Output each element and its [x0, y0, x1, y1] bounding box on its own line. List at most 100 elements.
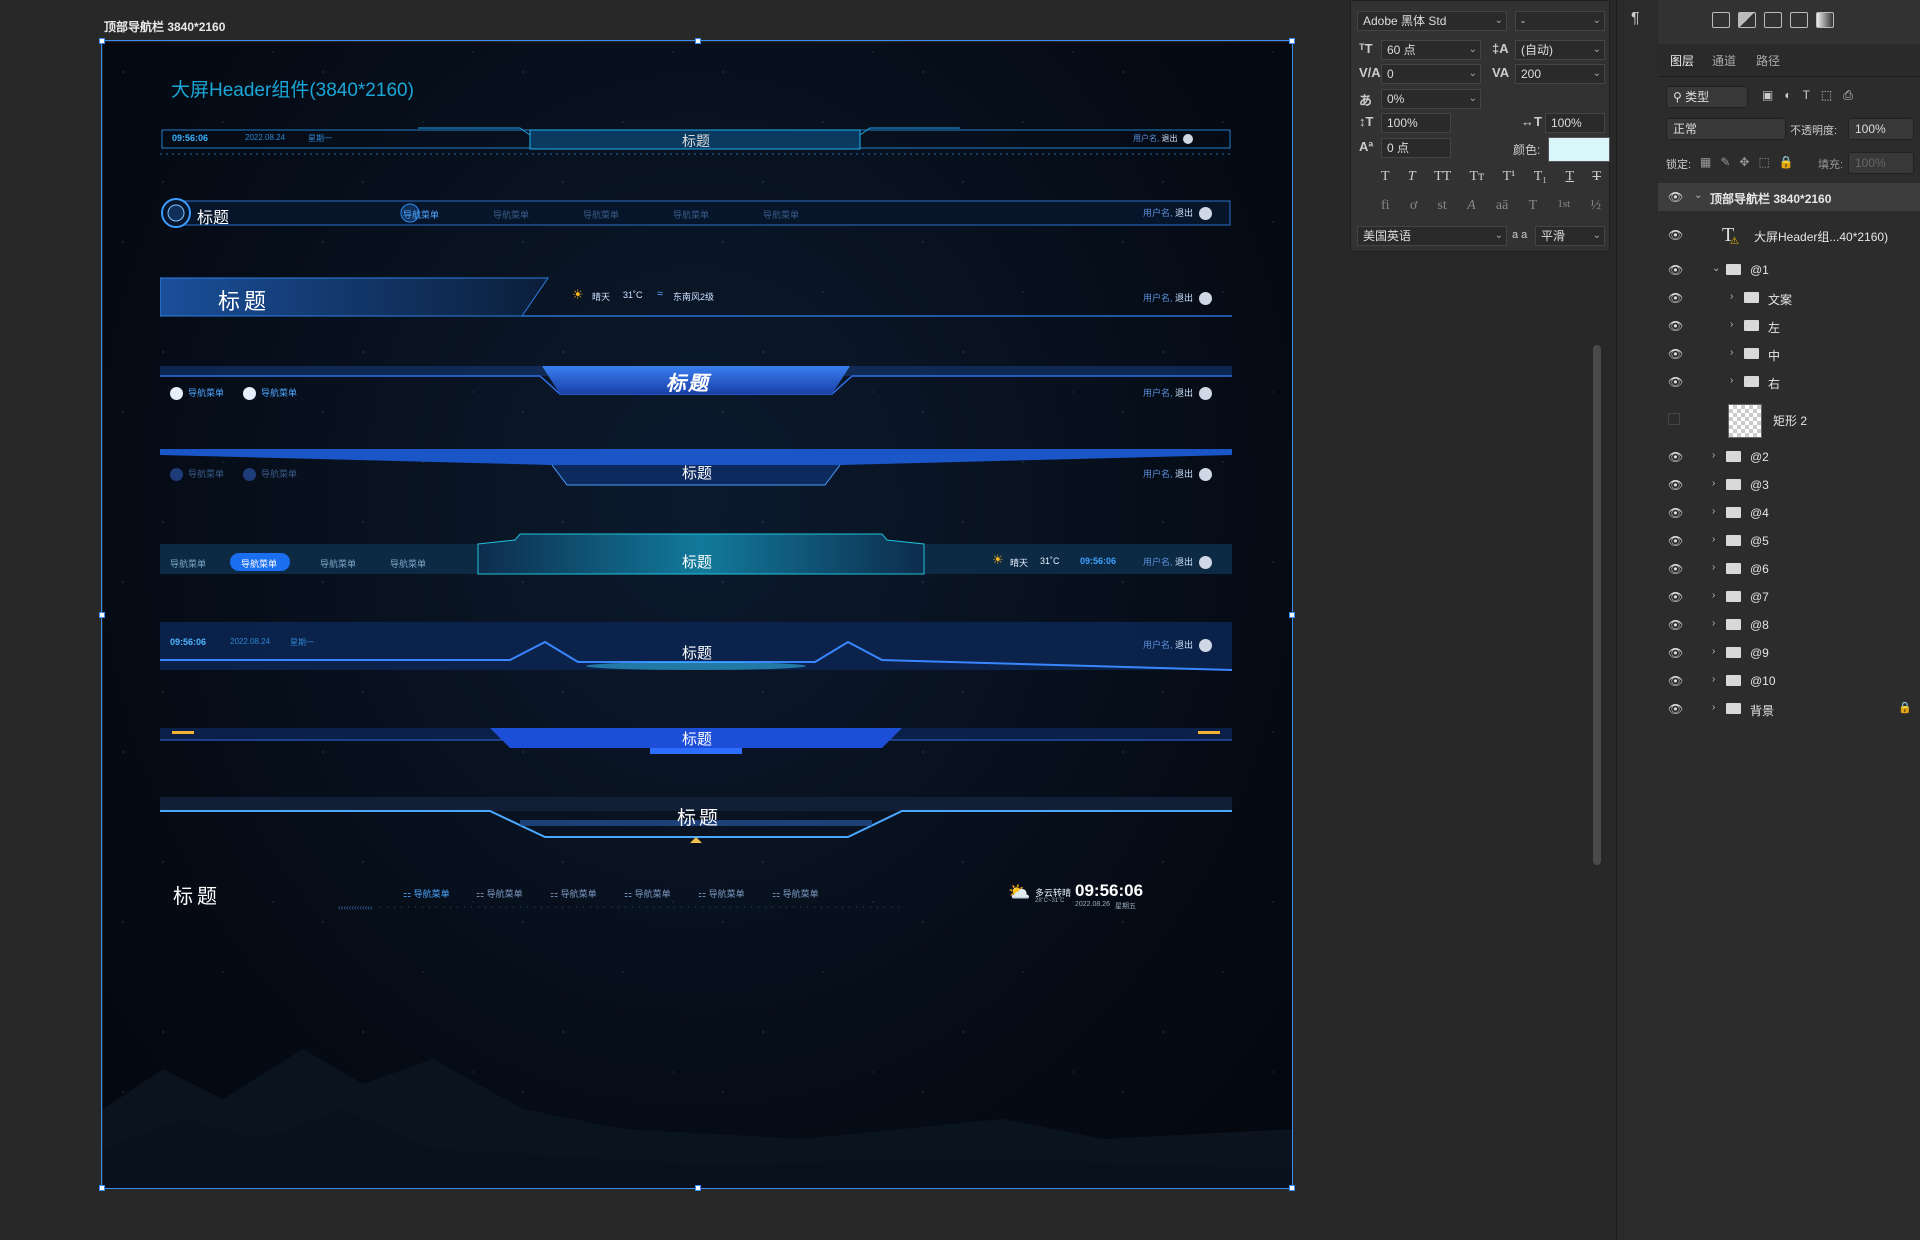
- chevron-down-icon[interactable]: ⌄: [1712, 263, 1720, 274]
- header-6-username[interactable]: 用户名,: [1143, 557, 1173, 567]
- layer-row-group[interactable]: 👁 › @9: [1658, 639, 1920, 667]
- layer-row-group[interactable]: 👁 › 左: [1658, 312, 1920, 340]
- header-2[interactable]: 标题 导航菜单 导航菜单 导航菜单 导航菜单 导航菜单 用户名, 退出: [160, 198, 1232, 228]
- avatar-icon[interactable]: [1199, 468, 1213, 482]
- header-5-logout[interactable]: 退出: [1175, 469, 1193, 479]
- header-6-logout[interactable]: 退出: [1175, 557, 1193, 567]
- visibility-eye-icon[interactable]: 👁: [1668, 190, 1683, 204]
- visibility-eye-icon[interactable]: 👁: [1668, 534, 1683, 548]
- layer-row-group[interactable]: 👁 › 文案: [1658, 284, 1920, 312]
- header-5-user[interactable]: 用户名, 退出: [1143, 467, 1213, 482]
- header-10-nav-2[interactable]: ⚏ 导航菜单: [476, 887, 523, 900]
- subscript-button[interactable]: T₁: [1534, 169, 1547, 185]
- chevron-right-icon[interactable]: ›: [1712, 646, 1715, 657]
- artboard-label[interactable]: 顶部导航栏 3840*2160: [104, 18, 225, 35]
- header-4-user[interactable]: 用户名, 退出: [1143, 386, 1213, 401]
- tracking-field[interactable]: 200 ⌄: [1515, 64, 1605, 84]
- header-10-nav-6[interactable]: ⚏ 导航菜单: [772, 887, 819, 900]
- brightness-icon[interactable]: [1712, 12, 1730, 28]
- header-10-nav-3[interactable]: ⚏ 导航菜单: [550, 887, 597, 900]
- chevron-right-icon[interactable]: ›: [1712, 506, 1715, 517]
- header-5-username[interactable]: 用户名,: [1143, 469, 1173, 479]
- curves-icon[interactable]: [1764, 12, 1782, 28]
- layer-row-group[interactable]: 👁 › @5: [1658, 527, 1920, 555]
- kerning-field[interactable]: 0 ⌄: [1381, 64, 1481, 84]
- header-1-user[interactable]: 用户名, 退出: [1133, 133, 1194, 144]
- visibility-eye-icon[interactable]: 👁: [1668, 319, 1683, 333]
- nav-item-5[interactable]: 导航菜单: [763, 208, 799, 221]
- header-5[interactable]: 标题 导航菜单 导航菜单 用户名, 退出: [160, 447, 1232, 493]
- fill-field[interactable]: 100%: [1848, 152, 1914, 174]
- chevron-right-icon[interactable]: ›: [1730, 319, 1733, 330]
- superscript-button[interactable]: T¹: [1503, 169, 1516, 185]
- filter-icons[interactable]: ▣◐T⬚⎙: [1762, 88, 1864, 103]
- layer-row-artboard[interactable]: 👁 ⌄ 顶部导航栏 3840*2160: [1658, 183, 1920, 211]
- header-4[interactable]: 标题 导航菜单 导航菜单 用户名, 退出: [160, 364, 1232, 406]
- layer-row-group[interactable]: 👁 › @3: [1658, 471, 1920, 499]
- small-caps-button[interactable]: Tт: [1470, 169, 1485, 185]
- header-10[interactable]: 标题 ‹‹‹‹‹‹‹‹‹‹‹‹‹ ⚏ 导航菜单 ⚏ 导航菜单 ⚏ 导航菜单 ⚏ …: [160, 872, 1232, 922]
- visibility-eye-icon[interactable]: 👁: [1668, 590, 1683, 604]
- header-2-user[interactable]: 用户名, 退出: [1143, 206, 1213, 221]
- header-2-username[interactable]: 用户名,: [1143, 208, 1173, 218]
- underline-button[interactable]: T: [1565, 169, 1574, 185]
- header-10-nav-5[interactable]: ⚏ 导航菜单: [698, 887, 745, 900]
- avatar-icon[interactable]: [1199, 556, 1213, 570]
- language-select[interactable]: 美国英语 ⌄: [1357, 226, 1507, 246]
- baseline-shift-field[interactable]: 0 点: [1381, 138, 1451, 158]
- chevron-right-icon[interactable]: ›: [1712, 534, 1715, 545]
- all-caps-button[interactable]: TT: [1434, 169, 1451, 185]
- layer-row-group[interactable]: 👁 › @6: [1658, 555, 1920, 583]
- levels-icon[interactable]: [1738, 12, 1756, 28]
- layer-row-group[interactable]: 👁 › @4: [1658, 499, 1920, 527]
- layer-row-shape[interactable]: 矩形 2: [1658, 400, 1920, 440]
- stylistic-alternates-button[interactable]: aā: [1496, 198, 1508, 214]
- vertical-scale-field[interactable]: 100%: [1381, 113, 1451, 133]
- header-7-user[interactable]: 用户名, 退出: [1143, 638, 1213, 653]
- header-7-logout[interactable]: 退出: [1175, 640, 1193, 650]
- tab-paths[interactable]: 路径: [1756, 52, 1780, 69]
- visibility-eye-icon[interactable]: 👁: [1668, 450, 1683, 464]
- header-1-logout[interactable]: 退出: [1161, 134, 1177, 143]
- fractions-button[interactable]: ½: [1590, 198, 1601, 214]
- header-3-user[interactable]: 用户名, 退出: [1143, 291, 1213, 306]
- header-4-nav-2[interactable]: 导航菜单: [243, 386, 297, 401]
- layer-row-group[interactable]: 👁 › @2: [1658, 443, 1920, 471]
- header-9[interactable]: 标题: [160, 797, 1232, 857]
- chevron-right-icon[interactable]: ›: [1730, 347, 1733, 358]
- chevron-right-icon[interactable]: ›: [1712, 702, 1715, 713]
- opacity-field[interactable]: 100%: [1848, 118, 1914, 140]
- layer-row-group[interactable]: 👁 › @8: [1658, 611, 1920, 639]
- blend-mode-select[interactable]: 正常: [1666, 118, 1786, 140]
- artboard-canvas[interactable]: 大屏Header组件(3840*2160) 09:56:06 2022.08.2…: [103, 42, 1293, 1189]
- header-5-nav-1[interactable]: 导航菜单: [170, 467, 224, 482]
- header-3[interactable]: 标题 ☀ 晴天 31˚C ≈ 东南风2级 用户名, 退出: [160, 274, 1232, 318]
- header-6[interactable]: 导航菜单 导航菜单 导航菜单 导航菜单 标题 ☀ 晴天 31˚C 09:56:0…: [160, 532, 1232, 578]
- header-6-nav-2[interactable]: 导航菜单: [241, 557, 277, 570]
- visibility-eye-icon[interactable]: 👁: [1668, 375, 1683, 389]
- visibility-eye-icon[interactable]: 👁: [1668, 562, 1683, 576]
- font-size-field[interactable]: 60 点 ⌄: [1381, 40, 1481, 60]
- visibility-eye-icon[interactable]: 👁: [1668, 228, 1683, 242]
- header-2-logout[interactable]: 退出: [1175, 208, 1193, 218]
- contextual-alternates-button[interactable]: st: [1437, 198, 1446, 214]
- paragraph-icon[interactable]: ¶: [1631, 10, 1640, 28]
- header-8[interactable]: 标题: [160, 722, 1232, 762]
- antialias-select[interactable]: 平滑 ⌄: [1535, 226, 1605, 246]
- header-3-logout[interactable]: 退出: [1175, 293, 1193, 303]
- nav-item-1[interactable]: 导航菜单: [403, 208, 439, 221]
- layer-row-group[interactable]: 👁 › @7: [1658, 583, 1920, 611]
- header-7[interactable]: 09:56:06 2022.08.24 星期一 标题 用户名, 退出: [160, 622, 1232, 682]
- visibility-toggle-hidden[interactable]: [1668, 413, 1680, 425]
- ligatures-button[interactable]: fi: [1381, 198, 1390, 214]
- header-4-logout[interactable]: 退出: [1175, 388, 1193, 398]
- faux-bold-button[interactable]: T: [1381, 169, 1390, 185]
- exposure-icon[interactable]: [1790, 12, 1808, 28]
- visibility-eye-icon[interactable]: 👁: [1668, 347, 1683, 361]
- titling-alternates-button[interactable]: T: [1529, 198, 1538, 214]
- avatar-icon[interactable]: [1199, 207, 1213, 221]
- chevron-right-icon[interactable]: ›: [1730, 375, 1733, 386]
- strikethrough-button[interactable]: T: [1592, 169, 1601, 185]
- font-family-select[interactable]: Adobe 黑体 Std ⌄: [1357, 11, 1507, 31]
- visibility-eye-icon[interactable]: 👁: [1668, 291, 1683, 305]
